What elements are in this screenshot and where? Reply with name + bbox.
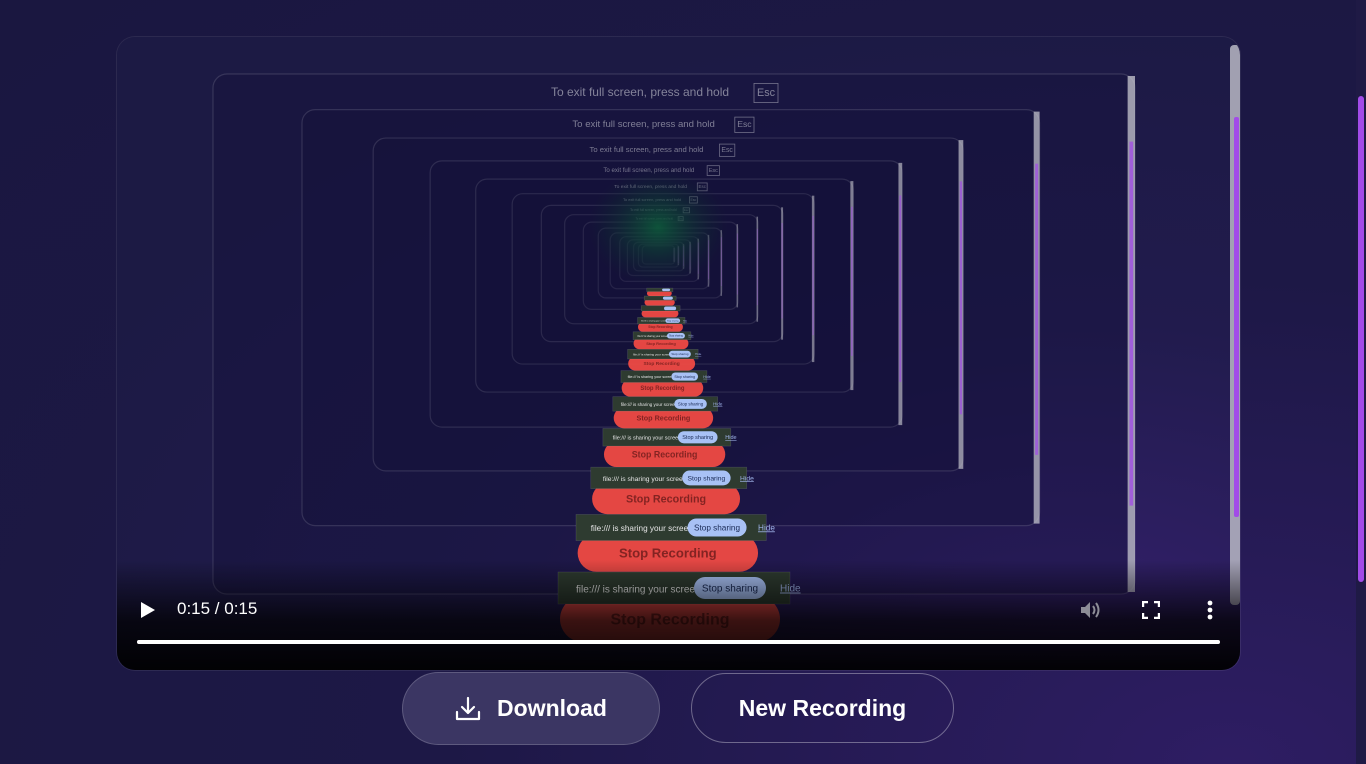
stop-sharing-text: Stop sharing	[688, 475, 726, 482]
progress-bar[interactable]	[137, 640, 1220, 644]
video-controls: 0:15 / 0:15	[117, 589, 1240, 629]
sharing-text: file:/// is sharing your screen.	[591, 524, 695, 533]
nested-frame-scroll-thumb	[959, 181, 963, 415]
stop-sharing-pill	[662, 296, 673, 300]
time-display: 0:15 / 0:15	[177, 599, 257, 619]
new-recording-label: New Recording	[738, 694, 907, 721]
exit-fullscreen-text: To exit full screen, press and hold	[572, 119, 714, 130]
exit-key-text: Esc	[721, 147, 733, 154]
exit-key-text: Esc	[709, 168, 718, 174]
more-vertical-icon	[1207, 600, 1213, 620]
stop-sharing-text: Stop sharing	[694, 523, 740, 532]
sharing-text: file:/// is sharing your screen.	[641, 321, 667, 323]
nested-frame-scroll-thumb	[812, 215, 814, 336]
stop-recording-text: Stop Recording	[619, 545, 717, 560]
stop-recording-text: Stop Recording	[644, 361, 680, 367]
hide-link-text: Hide	[740, 475, 754, 482]
new-recording-button[interactable]: New Recording	[691, 673, 954, 743]
hide-link-text: Hide	[688, 335, 694, 338]
nested-frame-scroll-thumb	[899, 195, 902, 382]
page: To exit full screen, press and hold Esc To…	[0, 0, 1366, 764]
nested-frame-scroll-thumb	[1129, 141, 1134, 506]
sharing-text: file:/// is sharing your screen.	[613, 436, 683, 442]
video-player[interactable]: To exit full screen, press and hold Esc To…	[117, 37, 1240, 670]
exit-fullscreen-text: To exit full screen, press and hold	[590, 145, 704, 154]
sharing-text: file:/// is sharing your screen.	[633, 353, 672, 357]
download-button[interactable]: Download	[402, 672, 660, 745]
volume-icon	[1081, 602, 1100, 618]
exit-key-text: Esc	[757, 87, 776, 99]
sharing-text: file:/// is sharing your screen.	[621, 402, 678, 407]
stop-sharing-pill	[664, 306, 677, 311]
nested-frame-scroll-thumb	[736, 233, 738, 295]
stop-sharing-text: Stop sharing	[667, 319, 678, 322]
hide-link-text: Hide	[713, 401, 723, 406]
stop-sharing-text: Stop sharing	[669, 335, 684, 338]
stop-sharing-pill	[662, 288, 671, 292]
download-label: Download	[497, 695, 607, 721]
stop-sharing-text: Stop sharing	[674, 375, 695, 379]
stop-recording-text: Stop Recording	[632, 449, 698, 459]
stop-recording-text: Stop Recording	[626, 493, 706, 505]
page-scrollbar-thumb[interactable]	[1358, 96, 1364, 582]
fullscreen-icon	[1142, 601, 1160, 619]
hide-link-text: Hide	[695, 352, 702, 356]
hide-link-text: Hide	[758, 523, 775, 532]
time-text: 0:15 / 0:15	[177, 599, 258, 618]
exit-fullscreen-text: To exit full screen, press and hold	[551, 85, 729, 99]
nested-frame-scroll-thumb	[781, 223, 783, 319]
stop-recording-text: Stop Recording	[640, 386, 684, 392]
page-scrollbar[interactable]	[1356, 0, 1366, 764]
stop-recording-text: Stop Recording	[637, 413, 691, 422]
hide-link-text: Hide	[703, 375, 711, 379]
stop-sharing-text: Stop sharing	[682, 435, 713, 441]
sharing-text: file:/// is sharing your screen.	[628, 375, 675, 379]
play-icon	[141, 602, 155, 618]
sharing-text: file:/// is sharing your screen.	[603, 476, 689, 483]
progress-fill	[137, 640, 1220, 644]
play-button[interactable]	[135, 597, 161, 623]
volume-button[interactable]	[1077, 596, 1105, 624]
exit-key-text: Esc	[737, 119, 752, 129]
nested-frame-scroll-thumb	[851, 206, 853, 356]
stop-recording-text: Stop Recording	[646, 341, 676, 346]
stop-recording-text: Stop Recording	[648, 325, 672, 329]
nested-frame-scroll-thumb	[756, 228, 758, 306]
sharing-text: file:/// is sharing your screen.	[638, 335, 670, 338]
hide-link-text: Hide	[725, 435, 736, 441]
nested-frame-scroll-thumb	[1035, 163, 1039, 455]
stop-sharing-text: Stop sharing	[678, 401, 704, 406]
download-icon	[455, 696, 481, 720]
more-options-button[interactable]	[1199, 596, 1221, 624]
fullscreen-button[interactable]	[1137, 596, 1165, 624]
stop-sharing-text: Stop sharing	[671, 352, 688, 356]
